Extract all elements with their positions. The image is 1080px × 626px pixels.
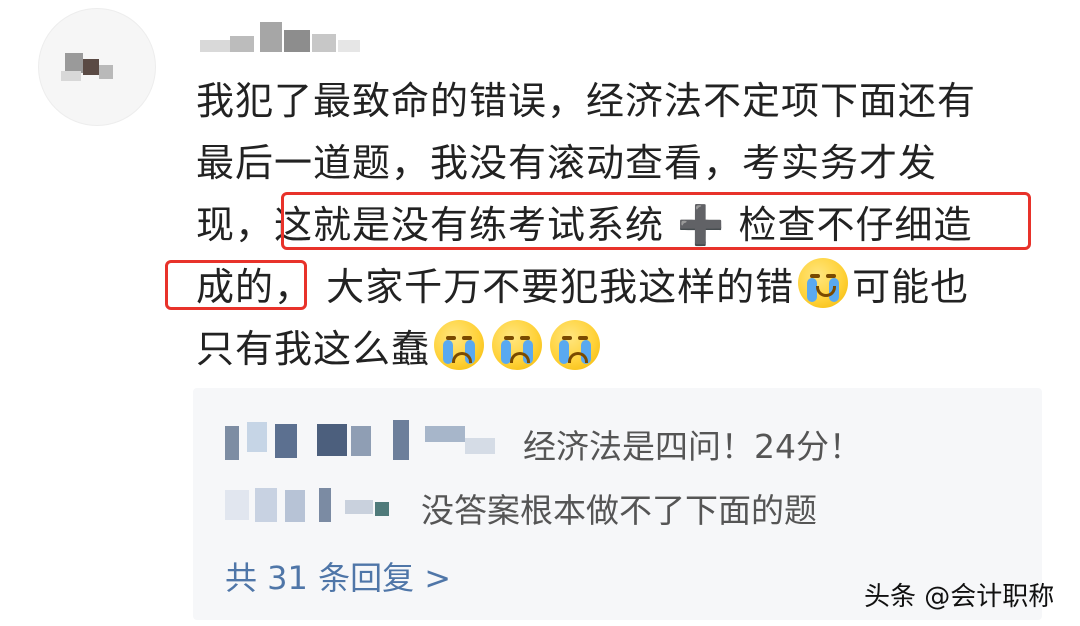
- comment-line-3: 现，这就是没有练考试系统 ➕ 检查不仔细造: [196, 194, 1056, 256]
- reply-text: 没答案根本做不了下面的题: [421, 491, 817, 530]
- watermark: 头条 @会计职称: [864, 582, 1055, 612]
- comment-body: 我犯了最致命的错误，经济法不定项下面还有 最后一道题，我没有滚动查看，考实务才发…: [196, 70, 1056, 380]
- avatar[interactable]: [38, 8, 156, 126]
- crying-icon: [492, 320, 543, 370]
- crying-icon: [434, 320, 485, 370]
- reply-item[interactable]: 没答案根本做不了下面的题: [193, 480, 1042, 530]
- comment-text-maybe: 可能也: [852, 265, 970, 309]
- reply-text: 经济法是四问！24分！: [523, 427, 862, 466]
- laugh-cry-icon: [798, 258, 849, 308]
- view-all-replies-link[interactable]: 共 31 条回复 >: [225, 553, 451, 599]
- comment-text-stupid: 只有我这么蠢: [196, 327, 431, 371]
- comment-line-4: 成的， 大家千万不要犯我这样的错 可能也: [196, 256, 1056, 318]
- comment-line-5: 只有我这么蠢: [196, 318, 1056, 380]
- comment-line-2: 最后一道题，我没有滚动查看，考实务才发: [196, 141, 938, 185]
- reply-author-blurred[interactable]: [225, 480, 415, 528]
- comment-text-warning: 大家千万不要犯我这样的错: [326, 265, 795, 309]
- comment-text-xian: 现，: [196, 203, 275, 247]
- comment-text-caused: 成的，: [196, 265, 314, 309]
- username-blurred[interactable]: [200, 14, 370, 54]
- comment-line-1: 我犯了最致命的错误，经济法不定项下面还有: [196, 79, 977, 123]
- plus-icon: ➕: [677, 203, 726, 247]
- crying-icon: [550, 320, 601, 370]
- comment-text-careless: 检查不仔细造: [738, 203, 973, 247]
- reply-author-blurred[interactable]: [225, 416, 525, 464]
- comment-text-system: 这就是没有练考试系统: [274, 203, 665, 247]
- reply-item[interactable]: 经济法是四问！24分！: [193, 416, 1042, 466]
